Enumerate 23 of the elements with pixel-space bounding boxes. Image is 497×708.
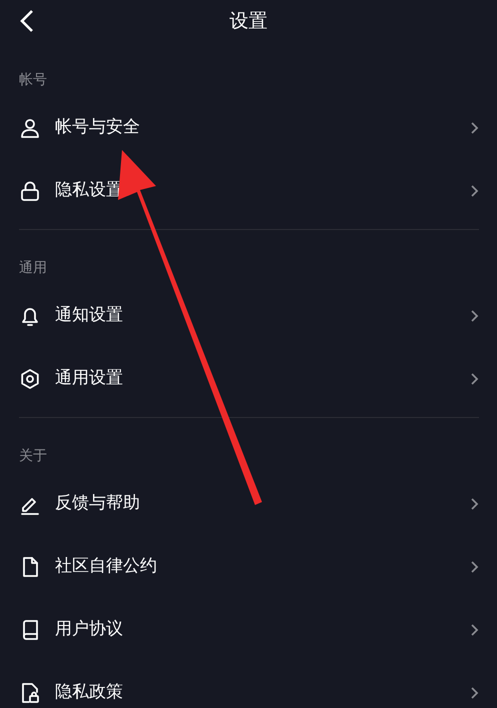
chevron-icon bbox=[470, 308, 479, 322]
settings-item[interactable]: 通用设置 bbox=[0, 347, 497, 410]
chevron-icon bbox=[470, 686, 479, 700]
settings-item[interactable]: 帐号与安全 bbox=[0, 96, 497, 159]
chevron-icon bbox=[470, 184, 479, 198]
section-header: 关于 bbox=[19, 447, 47, 465]
settings-item[interactable]: 社区自律公约 bbox=[0, 535, 497, 598]
settings-item[interactable]: 通知设置 bbox=[0, 284, 497, 347]
section-header: 帐号 bbox=[19, 71, 47, 89]
chevron-icon bbox=[470, 120, 479, 134]
chevron-icon bbox=[470, 622, 479, 636]
chevron-icon bbox=[470, 560, 479, 574]
chevron-icon bbox=[470, 496, 479, 510]
section-header: 通用 bbox=[19, 259, 47, 277]
page-title: 设置 bbox=[230, 10, 268, 32]
settings-item[interactable]: 反馈与帮助 bbox=[0, 472, 497, 535]
settings-icon bbox=[19, 368, 41, 390]
settings-item[interactable]: 用户协议 bbox=[0, 598, 497, 661]
settings-item[interactable]: 隐私政策 bbox=[0, 661, 497, 708]
file-lock-icon bbox=[19, 682, 41, 704]
chevron-icon bbox=[470, 372, 479, 386]
lock-icon bbox=[19, 180, 41, 202]
person-icon bbox=[19, 116, 41, 138]
